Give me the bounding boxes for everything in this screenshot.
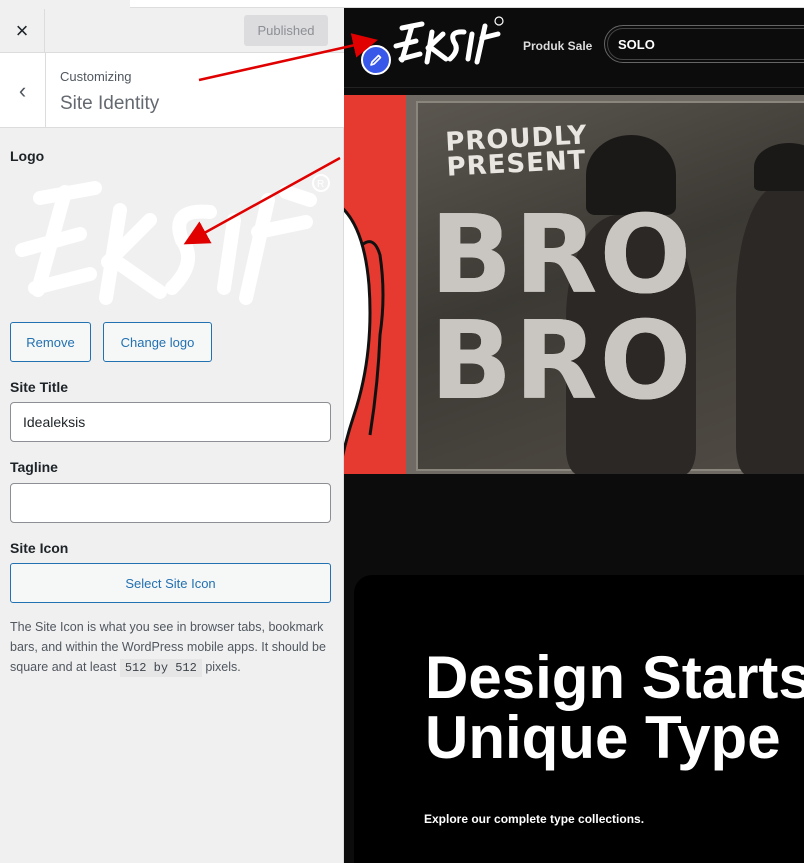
site-title-input[interactable]: Idealeksis xyxy=(10,402,331,442)
hero-figure-right xyxy=(736,185,804,474)
publish-button[interactable]: Published xyxy=(244,15,328,46)
select-site-icon-button[interactable]: Select Site Icon xyxy=(10,563,331,603)
breadcrumb: Customizing xyxy=(60,69,132,84)
change-logo-button[interactable]: Change logo xyxy=(103,322,212,362)
preview-top-strip xyxy=(130,0,804,8)
site-title-label: Site Title xyxy=(10,379,69,395)
site-icon-desc-end: pixels. xyxy=(205,660,241,674)
headline: Design Starts Unique Type xyxy=(425,644,804,771)
site-icon-description: The Site Icon is what you see in browser… xyxy=(10,617,336,678)
site-icon-size-code: 512 by 512 xyxy=(119,659,202,677)
edit-pencil-icon[interactable] xyxy=(361,45,391,75)
logo-preview-image: R xyxy=(15,174,330,305)
site-logo[interactable] xyxy=(392,14,504,68)
logo-label: Logo xyxy=(10,148,45,164)
site-icon-label: Site Icon xyxy=(10,540,69,556)
section-title: Site Identity xyxy=(60,93,160,114)
customizer-panel: × Published ‹ Customizing Site Identity … xyxy=(0,0,344,863)
back-icon[interactable]: ‹ xyxy=(0,53,46,128)
hero-image: PROUDLY PRESENT BRO BRO xyxy=(406,95,804,474)
site-preview[interactable]: Produk Sale SOLO PROUDLY PRESENT BRO BRO… xyxy=(344,8,804,863)
subheadline: Explore our complete type collections. xyxy=(424,812,645,826)
close-icon[interactable]: × xyxy=(0,9,45,53)
section-header: ‹ Customizing Site Identity xyxy=(0,53,344,128)
nav-link-produk-sale[interactable]: Produk Sale xyxy=(523,39,592,53)
tagline-label: Tagline xyxy=(10,459,58,475)
hero-small-text: PROUDLY PRESENT xyxy=(444,120,589,183)
svg-text:R: R xyxy=(317,179,324,190)
tagline-input[interactable] xyxy=(10,483,331,523)
hero-red-panel xyxy=(344,95,406,474)
nav-pill-label: SOLO xyxy=(607,28,804,60)
hero-big-text: BRO BRO xyxy=(430,193,694,424)
site-header: Produk Sale SOLO xyxy=(344,8,804,88)
nav-pill[interactable]: SOLO xyxy=(604,25,804,63)
remove-logo-button[interactable]: Remove xyxy=(10,322,91,362)
